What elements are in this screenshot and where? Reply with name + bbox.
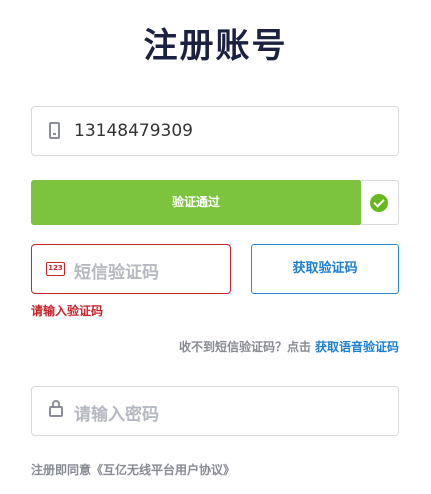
- lock-icon: [49, 400, 63, 417]
- sms-code-icon: 123: [46, 262, 65, 276]
- agreement-text[interactable]: 注册即同意《互亿无线平台用户协议》: [31, 461, 235, 478]
- voice-code-row: 收不到短信验证码？点击 获取语音验证码: [179, 338, 399, 355]
- password-input[interactable]: 请输入密码: [31, 386, 399, 436]
- phone-value: 13148479309: [74, 121, 193, 141]
- phone-input[interactable]: 13148479309: [31, 106, 399, 156]
- verify-status: [360, 180, 399, 225]
- mobile-phone-icon: [49, 122, 60, 139]
- sms-code-error: 请输入验证码: [31, 304, 104, 318]
- password-placeholder: 请输入密码: [74, 405, 159, 425]
- page-title: 注册账号: [143, 26, 288, 66]
- sms-code-placeholder: 短信验证码: [74, 263, 159, 283]
- check-circle-icon: [370, 194, 388, 212]
- voice-prompt: 收不到短信验证码？点击: [178, 340, 311, 354]
- sms-code-input[interactable]: 123 短信验证码: [31, 244, 231, 294]
- get-code-button[interactable]: 获取验证码: [251, 244, 399, 294]
- voice-code-link[interactable]: 获取语音验证码: [315, 340, 399, 354]
- slider-verify-bar[interactable]: 验证通过: [31, 180, 361, 225]
